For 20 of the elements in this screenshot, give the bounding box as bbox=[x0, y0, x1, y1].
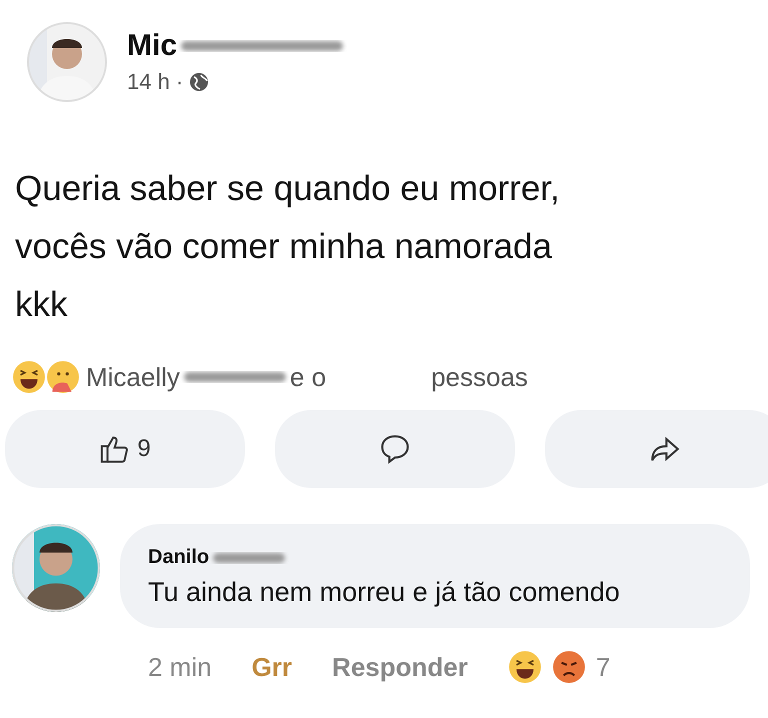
share-button[interactable] bbox=[545, 410, 768, 488]
reactor-name[interactable]: Micaelly bbox=[86, 362, 180, 392]
comment-time: 2 min bbox=[148, 652, 212, 682]
commenter-name[interactable]: Danilo bbox=[148, 546, 210, 569]
angry-emoji-icon bbox=[552, 650, 586, 684]
separator-dot: · bbox=[176, 69, 184, 95]
haha-emoji-icon bbox=[508, 650, 542, 684]
post-time: 14 h bbox=[127, 69, 170, 95]
post-text: Queria saber se quando eu morrer, vocês vão comer minha namorada kkk bbox=[14, 168, 561, 326]
reaction-text: pessoas bbox=[431, 362, 528, 392]
globe-icon bbox=[189, 72, 210, 92]
author-name[interactable]: Mic bbox=[127, 29, 178, 63]
speech-bubble-icon bbox=[378, 432, 412, 466]
comment-text: Tu ainda nem morreu e já tão comendo bbox=[148, 577, 621, 608]
reaction-text: e o bbox=[290, 362, 326, 392]
reaction-count: 7 bbox=[596, 652, 610, 682]
like-button[interactable]: 9 bbox=[5, 410, 245, 488]
hugging-emoji-icon bbox=[46, 360, 80, 394]
reply-link[interactable]: Responder bbox=[332, 652, 468, 682]
haha-emoji-icon bbox=[12, 360, 46, 394]
